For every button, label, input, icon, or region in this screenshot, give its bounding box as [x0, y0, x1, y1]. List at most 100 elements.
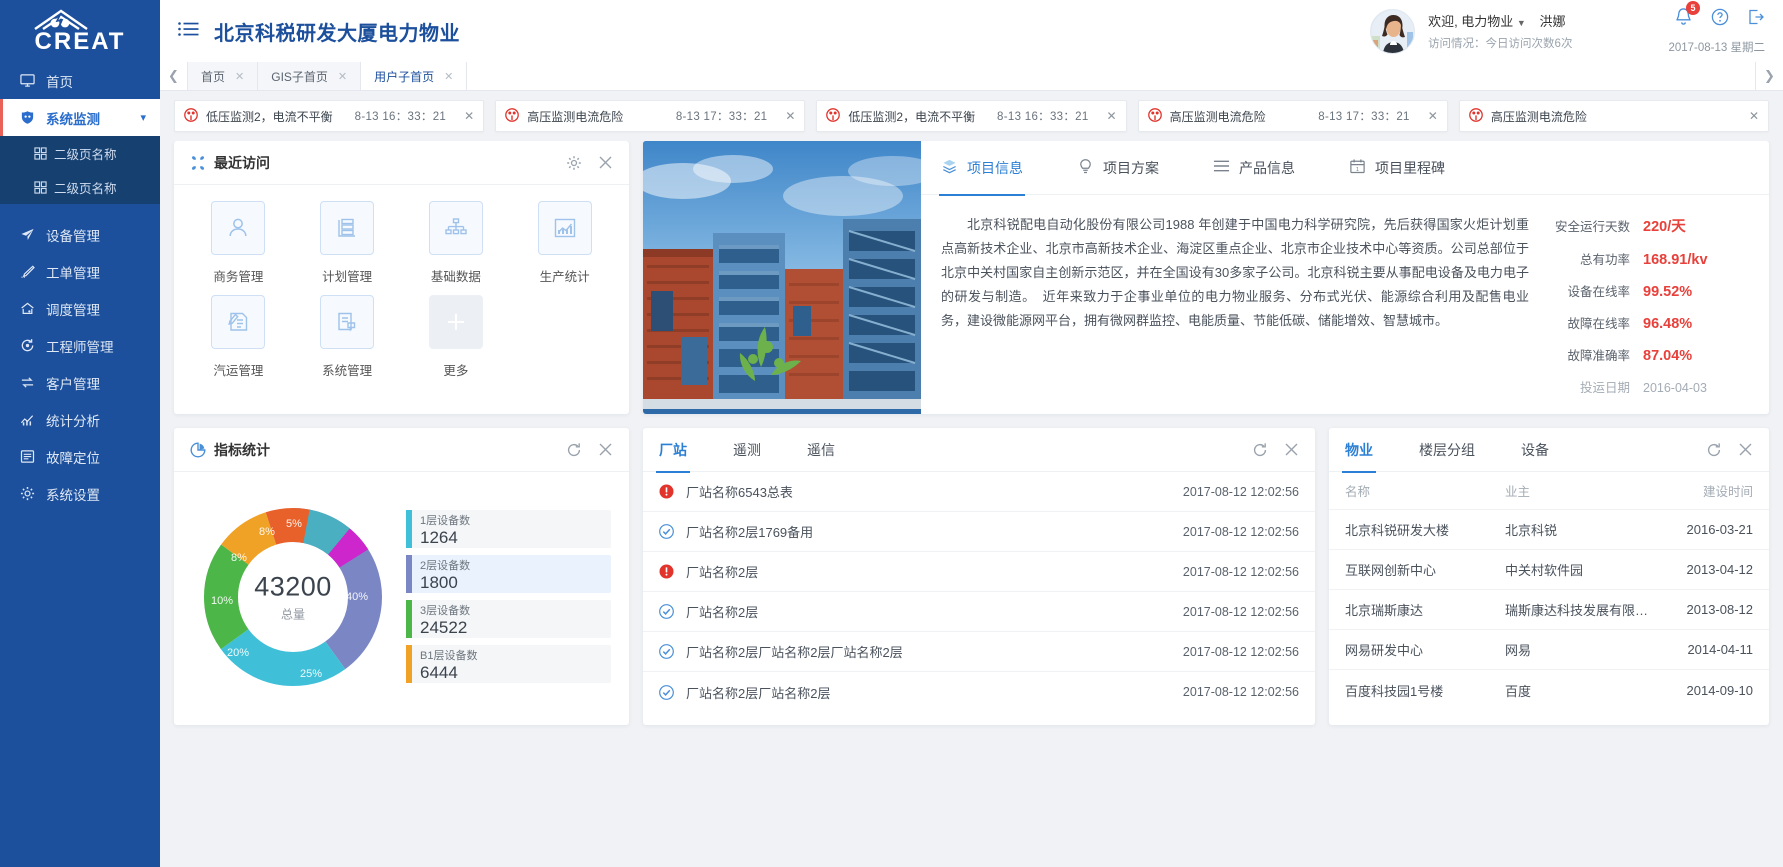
station-time: 2017-08-12 12:02:56 — [1183, 525, 1299, 539]
slice-label: 8% — [231, 552, 247, 564]
chart-icon — [20, 412, 42, 427]
sidebar-item-statistics[interactable]: 统计分析 — [0, 401, 160, 438]
grid-icon — [34, 181, 54, 194]
list-item[interactable]: 厂站名称6543总表 2017-08-12 12:02:56 — [643, 472, 1315, 512]
sidebar-item-label: 工单管理 — [46, 262, 100, 282]
logout-icon[interactable] — [1747, 8, 1765, 31]
close-icon[interactable] — [1738, 442, 1753, 458]
list-icon — [20, 449, 42, 464]
close-icon[interactable]: ✕ — [464, 109, 474, 123]
sidebar-item-fault-location[interactable]: 故障定位 — [0, 438, 160, 475]
tab-project-info[interactable]: 项目信息 — [941, 141, 1023, 195]
close-icon[interactable] — [1284, 442, 1299, 458]
refresh-icon[interactable] — [566, 442, 582, 458]
brand-logo[interactable]: CREAT — [0, 0, 160, 62]
tab-telesignal[interactable]: 遥信 — [807, 428, 835, 472]
table-row[interactable]: 北京瑞斯康达 瑞斯康达科技发展有限公司 2013-08-12 — [1329, 590, 1769, 630]
hamburger-icon[interactable] — [178, 21, 200, 42]
help-icon[interactable] — [1711, 8, 1729, 31]
legend-item[interactable]: 3层设备数 24522 — [406, 600, 611, 638]
tabs-scroll-right-icon[interactable]: ❯ — [1755, 62, 1783, 90]
sidebar-item-system-monitor[interactable]: 系统监测 ▾ — [0, 99, 160, 136]
card-actions — [566, 442, 613, 458]
table-row[interactable]: 百度科技园1号楼 百度 2014-09-10 — [1329, 670, 1769, 710]
topbar-right: 欢迎, 电力物业 ▼ 洪娜 访问情况：今日访问次数6次 5 — [1370, 7, 1783, 55]
list-item[interactable]: 厂站名称2层厂站名称2层 2017-08-12 12:02:56 — [643, 672, 1315, 712]
legend-item[interactable]: B1层设备数 6444 — [406, 645, 611, 683]
tab-bar: ❮ 首页 ✕ GIS子首页 ✕ 用户子首页 ✕ ❯ — [160, 62, 1783, 91]
list-item[interactable]: 厂站名称2层厂站名称2层厂站名称2层 2017-08-12 12:02:56 — [643, 632, 1315, 672]
list-item[interactable]: 厂站名称2层 2017-08-12 12:02:56 — [643, 552, 1315, 592]
bell-icon[interactable]: 5 — [1674, 7, 1693, 32]
legend-color-swatch — [406, 555, 412, 593]
alarm-item[interactable]: 低压监测2，电流不平衡 8-13 16：33：21 ✕ — [174, 100, 484, 132]
alarm-item[interactable]: 低压监测2，电流不平衡 8-13 16：33：21 ✕ — [816, 100, 1126, 132]
sidebar-item-home[interactable]: 首页 — [0, 62, 160, 99]
recent-item-plan[interactable]: 计划管理 — [293, 201, 402, 285]
tab-project-plan[interactable]: 项目方案 — [1077, 141, 1159, 195]
sidebar-item-device-mgmt[interactable]: 设备管理 — [0, 216, 160, 253]
table-row[interactable]: 网易研发中心 网易 2014-04-11 — [1329, 630, 1769, 670]
sidebar-subitem-0[interactable]: 二级页名称 — [0, 136, 160, 170]
recent-item-transport[interactable]: 汽运管理 — [184, 295, 293, 379]
recent-item-system[interactable]: 系统管理 — [293, 295, 402, 379]
recent-visits-grid: 商务管理 计划管理 基础数据 — [174, 185, 629, 401]
donut-chart: 40% 25% 20% 10% 8% 8% 5% 4320 — [188, 499, 398, 695]
sidebar-item-workorder-mgmt[interactable]: 工单管理 — [0, 253, 160, 290]
table-row[interactable]: 北京科锐研发大楼 北京科锐 2016-03-21 — [1329, 510, 1769, 550]
legend-value: 1800 — [420, 574, 470, 592]
close-icon[interactable]: ✕ — [1107, 109, 1117, 123]
recent-item-basedata[interactable]: 基础数据 — [402, 201, 511, 285]
close-icon[interactable]: ✕ — [1428, 109, 1438, 123]
user-welcome-row[interactable]: 欢迎, 电力物业 ▼ 洪娜 — [1428, 11, 1572, 30]
tab-equipment[interactable]: 设备 — [1521, 428, 1549, 472]
alert-icon — [826, 108, 840, 125]
tab-property[interactable]: 物业 — [1345, 428, 1373, 472]
sidebar-submenu: 二级页名称 二级页名称 — [0, 136, 160, 204]
close-icon[interactable]: ✕ — [1749, 109, 1759, 123]
chevron-down-icon[interactable]: ▼ — [1517, 18, 1526, 28]
sidebar-item-system-settings[interactable]: 系统设置 — [0, 475, 160, 512]
legend-value: 24522 — [420, 619, 470, 637]
legend-item[interactable]: 2层设备数 1800 — [406, 555, 611, 593]
close-icon[interactable]: ✕ — [338, 70, 347, 83]
table-row[interactable]: 互联网创新中心 中关村软件园 2013-04-12 — [1329, 550, 1769, 590]
alarm-item[interactable]: 高压监测电流危险 8-13 17：33：21 ✕ — [1138, 100, 1448, 132]
list-item[interactable]: 厂站名称2层 2017-08-12 12:02:56 — [643, 592, 1315, 632]
cell-owner: 北京科锐 — [1505, 520, 1661, 539]
recent-item-business[interactable]: 商务管理 — [184, 201, 293, 285]
alarm-item[interactable]: 高压监测电流危险 8-13 17：33：21 ✕ — [495, 100, 805, 132]
tab-home[interactable]: 首页 ✕ — [188, 62, 258, 90]
tab-gis-home[interactable]: GIS子首页 ✕ — [258, 62, 361, 90]
station-rows: 厂站名称6543总表 2017-08-12 12:02:56 厂站名称2层176… — [643, 472, 1315, 725]
sidebar-item-customer-mgmt[interactable]: 客户管理 — [0, 364, 160, 401]
gear-icon[interactable] — [566, 155, 582, 171]
tab-user-home[interactable]: 用户子首页 ✕ — [361, 62, 467, 90]
refresh-icon[interactable] — [1706, 442, 1722, 458]
legend-item[interactable]: 1层设备数 1264 — [406, 510, 611, 548]
tab-floor-group[interactable]: 楼层分组 — [1419, 428, 1475, 472]
close-icon[interactable] — [598, 155, 613, 170]
tab-telemetry[interactable]: 遥测 — [733, 428, 761, 472]
close-icon[interactable]: ✕ — [785, 109, 795, 123]
slice-label: 5% — [286, 518, 302, 530]
close-icon[interactable]: ✕ — [444, 70, 453, 83]
recent-item-more[interactable]: 更多 — [402, 295, 511, 379]
tab-station[interactable]: 厂站 — [659, 428, 687, 472]
stat-value: 87.04% — [1643, 348, 1747, 364]
visit-info: 访问情况：今日访问次数6次 — [1428, 35, 1572, 51]
close-icon[interactable]: ✕ — [235, 70, 244, 83]
sidebar-item-dispatch-mgmt[interactable]: 调度管理 — [0, 290, 160, 327]
tab-project-milestone[interactable]: 1 项目里程碑 — [1349, 141, 1445, 195]
refresh-icon[interactable] — [1252, 442, 1268, 458]
tab-product-info[interactable]: 产品信息 — [1213, 141, 1295, 195]
close-icon[interactable] — [598, 442, 613, 457]
recent-item-production[interactable]: 生产统计 — [510, 201, 619, 285]
tabs-scroll-left-icon[interactable]: ❮ — [160, 62, 188, 90]
sidebar-item-engineer-mgmt[interactable]: 工程师管理 — [0, 327, 160, 364]
sidebar-subitem-1[interactable]: 二级页名称 — [0, 170, 160, 204]
alarm-item[interactable]: 高压监测电流危险 ✕ — [1459, 100, 1769, 132]
page-title: 北京科税研发大厦电力物业 — [214, 17, 460, 46]
avatar[interactable] — [1370, 9, 1415, 54]
list-item[interactable]: 厂站名称2层1769备用 2017-08-12 12:02:56 — [643, 512, 1315, 552]
